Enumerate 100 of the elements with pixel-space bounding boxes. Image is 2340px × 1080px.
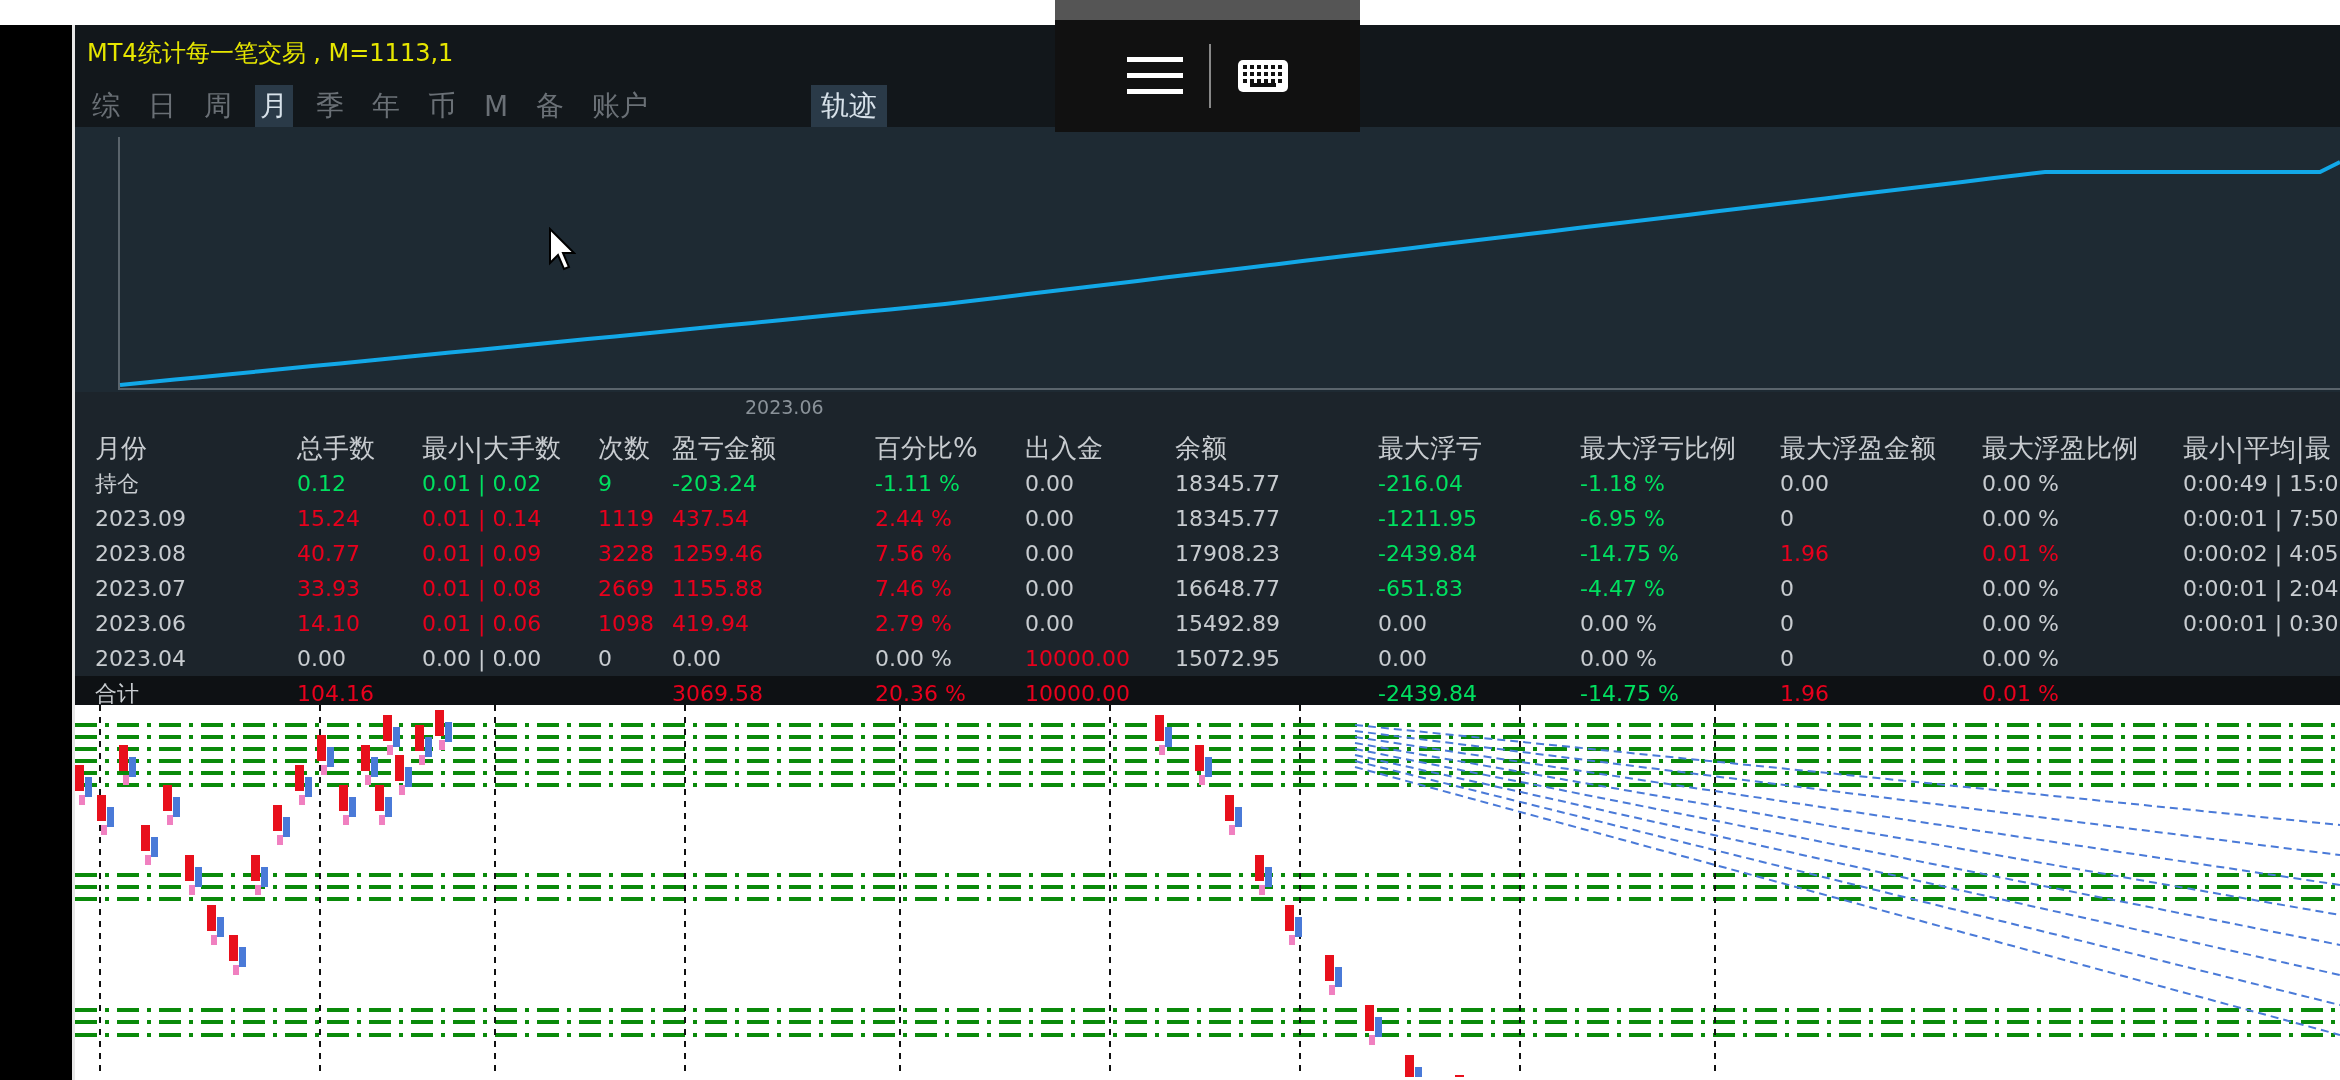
- table-cell: 40.77: [297, 541, 360, 566]
- column-header: 百分比%: [875, 432, 978, 465]
- table-cell: 0.00: [1025, 471, 1074, 496]
- table-cell: 2023.04: [95, 646, 186, 671]
- axis-label: 2023.06: [745, 396, 824, 418]
- table-cell: 17908.23: [1175, 541, 1280, 566]
- table-cell: 2669: [598, 576, 654, 601]
- table-cell: 0.01 %: [1982, 541, 2059, 566]
- table-cell: -2439.84: [1378, 681, 1477, 706]
- table-cell: -1.18 %: [1580, 471, 1665, 496]
- table-cell: 0.00 %: [1982, 611, 2059, 636]
- table-cell: 15.24: [297, 506, 360, 531]
- column-header: 最大浮盈比例: [1982, 432, 2138, 465]
- table-cell: 0.00: [672, 646, 721, 671]
- period-tab[interactable]: 备: [531, 85, 570, 127]
- table-cell: -4.47 %: [1580, 576, 1665, 601]
- table-cell: 3228: [598, 541, 654, 566]
- table-cell: 0.00 | 0.00: [422, 646, 542, 671]
- window-title: MT4统计每一笔交易 , M=1113,1: [87, 38, 454, 69]
- table-cell: 0.00 %: [1982, 646, 2059, 671]
- table-cell-text: 持仓: [95, 469, 139, 498]
- table-cell: 0.00 %: [1982, 506, 2059, 531]
- table-cell: 33.93: [297, 576, 360, 601]
- table-cell: 0.00: [1025, 576, 1074, 601]
- period-tab[interactable]: 周: [199, 85, 237, 127]
- table-cell: 0: [1780, 576, 1794, 601]
- table-cell: 16648.77: [1175, 576, 1280, 601]
- table-cell: 0.00 %: [1580, 611, 1657, 636]
- table-cell: 15072.95: [1175, 646, 1280, 671]
- table-cell: 1155.88: [672, 576, 763, 601]
- period-tab[interactable]: M: [479, 87, 514, 125]
- table-cell: 18345.77: [1175, 471, 1280, 496]
- table-cell: 0.00 %: [1580, 646, 1657, 671]
- table-cell: 20.36 %: [875, 681, 966, 706]
- table-cell: 0.00 %: [875, 646, 952, 671]
- table-cell: 0.12: [297, 471, 346, 496]
- table-cell: -1211.95: [1378, 506, 1477, 531]
- table-cell: 10000.00: [1025, 646, 1130, 671]
- period-tab[interactable]: 月: [255, 85, 293, 127]
- table-cell: 1119: [598, 506, 654, 531]
- table-cell: 1259.46: [672, 541, 763, 566]
- mouse-cursor-icon: [548, 227, 576, 271]
- table-cell: 0:00:49 | 15:0: [2183, 471, 2339, 496]
- table-cell: 0: [598, 646, 612, 671]
- table-cell: 1.96: [1780, 681, 1829, 706]
- table-cell: 0: [1780, 611, 1794, 636]
- table-cell: 0.01 | 0.14: [422, 506, 542, 531]
- table-cell: -216.04: [1378, 471, 1463, 496]
- table-cell: 0.00 %: [1982, 576, 2059, 601]
- table-cell: 18345.77: [1175, 506, 1280, 531]
- table-cell: 7.56 %: [875, 541, 952, 566]
- table-cell: 0: [1780, 506, 1794, 531]
- table-cell: 0.00: [297, 646, 346, 671]
- table-cell: 0.01 %: [1982, 681, 2059, 706]
- table-cell: 0.00 %: [1982, 471, 2059, 496]
- column-header: 最大浮亏: [1378, 432, 1482, 465]
- table-cell: 0.00: [1378, 611, 1427, 636]
- period-tab[interactable]: 季: [311, 85, 349, 127]
- column-header: 最大浮亏比例: [1580, 432, 1736, 465]
- table-cell: -1.11 %: [875, 471, 960, 496]
- period-tab[interactable]: 币: [423, 85, 461, 127]
- period-tab[interactable]: 账户: [587, 85, 654, 127]
- table-cell: 0.00: [1025, 541, 1074, 566]
- column-header: 最小|大手数: [422, 432, 561, 466]
- column-header: 余额: [1175, 432, 1227, 465]
- keyboard-icon[interactable]: [1236, 59, 1289, 93]
- table-cell: 0.00: [1780, 471, 1829, 496]
- table-cell: 15492.89: [1175, 611, 1280, 636]
- table-cell: 1098: [598, 611, 654, 636]
- table-cell: 0:00:01 | 0:30: [2183, 611, 2339, 636]
- table-cell: 0:00:02 | 4:05: [2183, 541, 2339, 566]
- table-cell: -203.24: [672, 471, 757, 496]
- table-cell: 2023.09: [95, 506, 186, 531]
- table-cell: 0:00:01 | 2:04: [2183, 576, 2339, 601]
- table-cell: 2023.06: [95, 611, 186, 636]
- table-cell: 0: [1780, 646, 1794, 671]
- table-cell: 10000.00: [1025, 681, 1130, 706]
- table-cell: 0.00: [1378, 646, 1427, 671]
- table-cell-text: 合计: [95, 679, 139, 708]
- table-cell: 7.46 %: [875, 576, 952, 601]
- table-cell: 0:00:01 | 7:50: [2183, 506, 2339, 531]
- period-tab[interactable]: 综: [87, 85, 125, 127]
- table-cell: 9: [598, 471, 612, 496]
- table-cell: -2439.84: [1378, 541, 1477, 566]
- table-cell: 0.01 | 0.09: [422, 541, 542, 566]
- table-cell: -14.75 %: [1580, 681, 1679, 706]
- menu-icon[interactable]: [1126, 57, 1183, 95]
- column-header: 月份: [95, 432, 147, 465]
- table-cell: 0.01 | 0.06: [422, 611, 542, 636]
- table-cell: -14.75 %: [1580, 541, 1679, 566]
- table-cell: 104.16: [297, 681, 374, 706]
- table-cell: 2.79 %: [875, 611, 952, 636]
- trace-button[interactable]: 轨迹: [811, 85, 888, 127]
- column-header: 最小|平均|最: [2183, 432, 2331, 466]
- period-tab[interactable]: 日: [143, 85, 181, 127]
- table-cell: -651.83: [1378, 576, 1463, 601]
- table-cell: 2.44 %: [875, 506, 952, 531]
- period-tab[interactable]: 年: [367, 85, 405, 127]
- table-cell: 3069.58: [672, 681, 763, 706]
- table-cell: 437.54: [672, 506, 749, 531]
